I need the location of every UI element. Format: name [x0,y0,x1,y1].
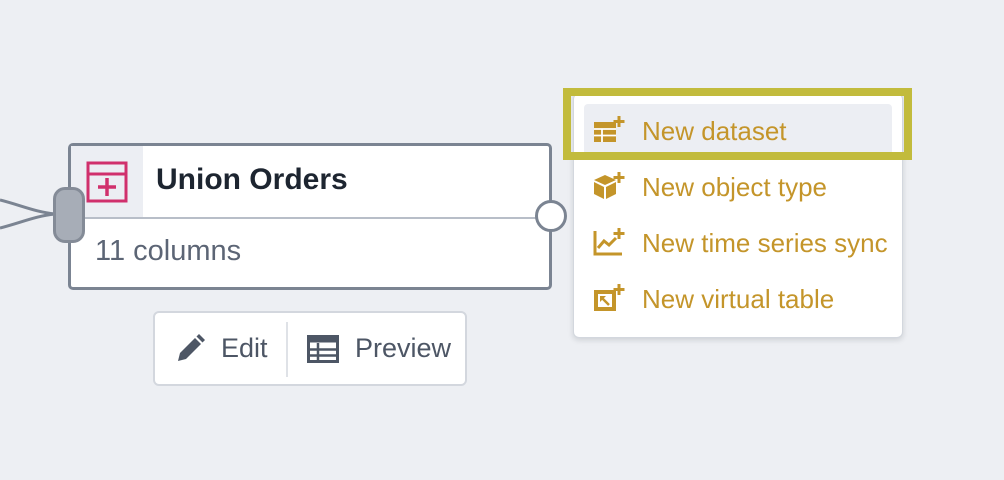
menu-item-label: New time series sync [642,228,888,258]
node-column-count: 11 columns [95,235,242,267]
virtual-table-add-icon [594,284,625,311]
menu-item-new-object-type[interactable]: New object type [584,160,892,212]
node-header: Union Orders [71,146,549,219]
table-icon [307,334,339,363]
menu-item-new-time-series-sync[interactable]: New time series sync [584,216,892,268]
preview-button-label: Preview [355,333,452,363]
output-options-menu: New dataset New object type New time ser… [573,93,903,338]
preview-button[interactable]: Preview [307,313,451,384]
edit-button[interactable]: Edit [175,313,268,384]
menu-item-label: New object type [642,172,827,202]
menu-item-new-virtual-table[interactable]: New virtual table [584,272,892,324]
union-transform-icon [86,161,128,203]
menu-item-label: New virtual table [642,284,835,314]
cube-add-icon [594,172,625,199]
dataset-add-icon [594,116,625,142]
node-actions-bar: Edit Preview [153,311,467,386]
output-port-handle[interactable] [535,200,567,232]
pencil-icon [178,333,205,361]
node-title: Union Orders [156,163,348,196]
input-port-handle[interactable] [53,187,85,243]
timeline-add-icon [593,228,625,256]
actions-divider [286,322,288,377]
edit-button-label: Edit [221,333,268,363]
menu-item-new-dataset[interactable]: New dataset [584,104,892,156]
menu-item-label: New dataset [642,116,787,146]
union-orders-node[interactable]: Union Orders 11 columns [68,143,552,290]
